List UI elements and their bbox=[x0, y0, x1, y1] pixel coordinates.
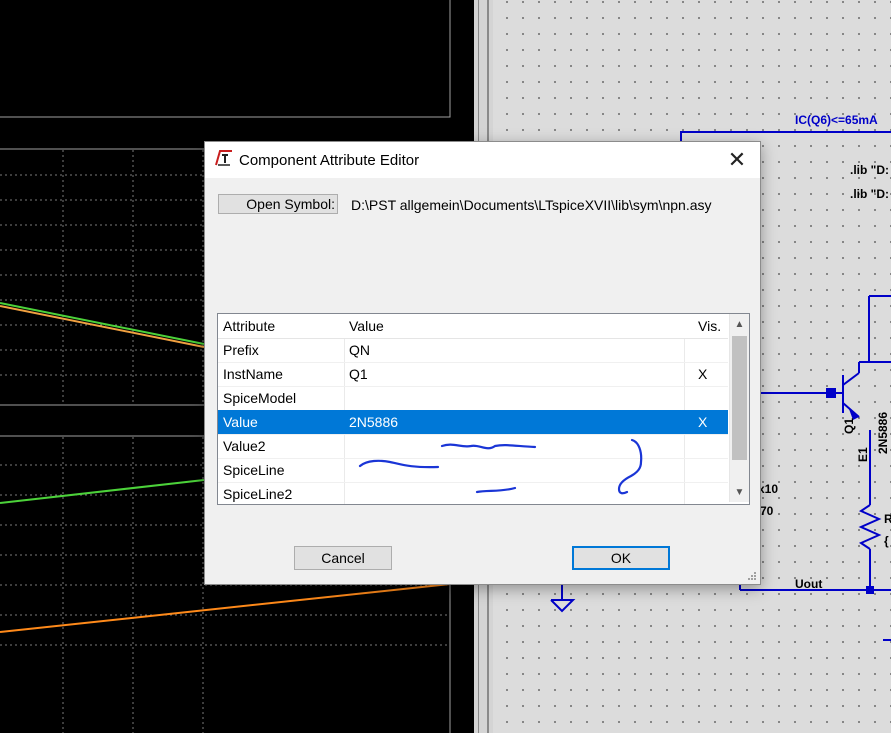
partial-label-70: 70 bbox=[760, 504, 774, 518]
table-row[interactable]: Value2 bbox=[218, 434, 728, 459]
lib-directive-1: .lib "D: bbox=[850, 163, 889, 177]
ltspice-logo-icon bbox=[215, 150, 232, 166]
cancel-button[interactable]: Cancel bbox=[294, 546, 392, 570]
attribute-name: Value2 bbox=[223, 438, 266, 454]
uout-label: Uout bbox=[795, 577, 822, 591]
column-header-vis[interactable]: Vis. bbox=[698, 318, 721, 334]
attribute-name: SpiceLine2 bbox=[223, 486, 293, 502]
resize-grip-icon[interactable] bbox=[747, 571, 757, 581]
attribute-value[interactable]: QN bbox=[349, 342, 370, 358]
attribute-value[interactable]: 2N5886 bbox=[349, 414, 398, 430]
table-row[interactable]: SpiceLine bbox=[218, 458, 728, 483]
table-row[interactable]: SpiceLine2 bbox=[218, 482, 728, 504]
dialog-titlebar[interactable]: Component Attribute Editor ✕ bbox=[205, 142, 760, 178]
table-row-selected[interactable]: Value 2N5886 X bbox=[218, 410, 728, 435]
e1-label: E1 bbox=[856, 447, 870, 462]
attribute-name: SpiceLine bbox=[223, 462, 285, 478]
column-header-attribute[interactable]: Attribute bbox=[223, 318, 275, 334]
attribute-name: Value bbox=[223, 414, 258, 430]
table-scrollbar[interactable]: ▲ ▼ bbox=[729, 314, 749, 502]
table-row[interactable]: Prefix QN bbox=[218, 338, 728, 363]
scroll-thumb[interactable] bbox=[732, 336, 747, 460]
table-row[interactable]: InstName Q1 X bbox=[218, 362, 728, 387]
close-icon: ✕ bbox=[727, 147, 747, 172]
close-button[interactable]: ✕ bbox=[714, 142, 760, 178]
attribute-name: SpiceModel bbox=[223, 390, 297, 406]
dialog-title: Component Attribute Editor bbox=[239, 152, 420, 169]
resistor-label: R bbox=[884, 512, 891, 526]
symbol-path-text: D:\PST allgemein\Documents\LTspiceXVII\l… bbox=[351, 197, 712, 213]
chevron-up-icon[interactable]: ▲ bbox=[730, 314, 749, 334]
attribute-name: Prefix bbox=[223, 342, 259, 358]
component-attribute-editor-dialog: Component Attribute Editor ✕ Open Symbol… bbox=[204, 141, 761, 585]
lib-directive-2: .lib "D: bbox=[850, 187, 889, 201]
resistor-value-label: { bbox=[884, 534, 889, 548]
attribute-visibility[interactable]: X bbox=[698, 366, 707, 382]
table-header: Attribute Value Vis. bbox=[218, 314, 728, 339]
attribute-value[interactable]: Q1 bbox=[349, 366, 368, 382]
attribute-table[interactable]: Attribute Value Vis. Prefix QN InstName … bbox=[217, 313, 750, 505]
attribute-visibility[interactable]: X bbox=[698, 414, 707, 430]
attribute-name: InstName bbox=[223, 366, 283, 382]
open-symbol-button[interactable]: Open Symbol: bbox=[218, 194, 338, 214]
measure-label: IC(Q6)<=65mA bbox=[795, 113, 878, 127]
ok-button[interactable]: OK bbox=[572, 546, 670, 570]
partial-label-x10: x10 bbox=[758, 482, 778, 496]
part-label: 2N5886 bbox=[876, 412, 890, 454]
chevron-down-icon[interactable]: ▼ bbox=[730, 482, 749, 502]
column-header-value[interactable]: Value bbox=[349, 318, 384, 334]
q1-label: Q1 bbox=[842, 418, 856, 434]
table-row[interactable]: SpiceModel bbox=[218, 386, 728, 411]
